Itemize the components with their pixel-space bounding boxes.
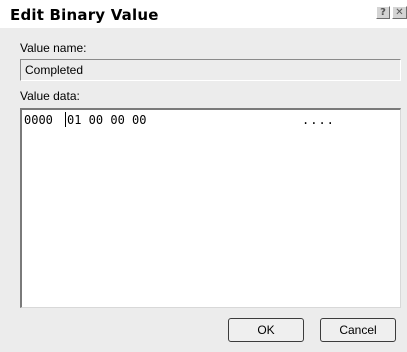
hex-row[interactable]: 0000 01 00 00 00 .... <box>24 112 334 197</box>
hex-bytes[interactable]: 01 00 00 00 <box>67 113 146 127</box>
close-icon[interactable]: ✕ <box>392 6 407 19</box>
value-data-label: Value data: <box>20 89 80 103</box>
hex-ascii[interactable]: .... <box>302 113 335 127</box>
value-name-field: Completed <box>20 59 401 81</box>
value-data-editor[interactable]: 0000 01 00 00 00 .... <box>20 108 401 308</box>
dialog-title: Edit Binary Value <box>10 6 159 24</box>
cancel-button[interactable]: Cancel <box>320 318 396 342</box>
title-bar: Edit Binary Value ? ✕ <box>0 0 407 28</box>
value-name-label: Value name: <box>20 41 87 55</box>
hex-offset: 0000 <box>24 113 53 127</box>
ok-button[interactable]: OK <box>228 318 304 342</box>
help-icon[interactable]: ? <box>376 6 390 19</box>
edit-binary-value-dialog: Edit Binary Value ? ✕ Value name: Comple… <box>0 0 407 352</box>
text-caret <box>65 112 66 127</box>
